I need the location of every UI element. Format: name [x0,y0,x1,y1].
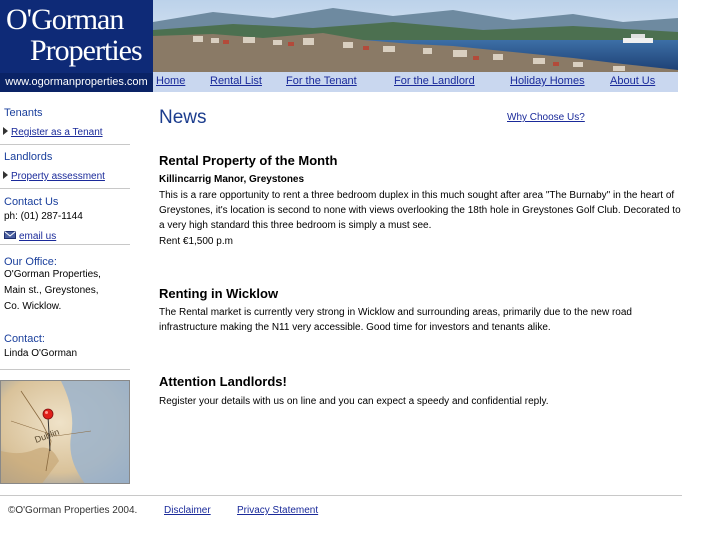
office-address-line-2: Main st., Greystones, [4,285,99,296]
email-us-link[interactable]: email us [19,231,56,242]
page-title: News [159,107,207,128]
article-body-property-of-month: This is a rare opportunity to rent a thr… [159,190,681,231]
sidebar-divider [0,244,130,245]
article-subheading: Killincarrig Manor, Greystones [159,174,305,185]
location-map-image: Dublin [0,380,130,484]
sidebar-heading-tenants: Tenants [4,107,43,119]
sidebar-heading-office: Our Office: [4,256,57,268]
arrow-right-icon [3,126,8,135]
nav-for-the-landlord[interactable]: For the Landlord [394,75,475,87]
sidebar-item-assessment[interactable]: Property assessment [3,166,105,184]
sidebar-heading-landlords: Landlords [4,151,53,163]
header-banner-photo [153,0,678,72]
office-address-line-3: Co. Wicklow. [4,301,62,312]
footer-disclaimer-link[interactable]: Disclaimer [164,505,211,516]
article-heading-attention-landlords: Attention Landlords! [159,374,287,389]
site-logo[interactable]: O'Gorman Properties www.ogormanpropertie… [0,0,153,92]
main-nav: Home Rental List For the Tenant For the … [153,72,678,92]
sidebar-divider [0,188,130,189]
rent-price: Rent €1,500 p.m [159,236,233,247]
envelope-icon [4,230,16,239]
contact-name: Linda O'Gorman [4,348,78,359]
article-heading-property-of-month: Rental Property of the Month [159,153,338,168]
sidebar-divider [0,369,130,370]
sidebar-item-register[interactable]: Register as a Tenant [3,122,103,140]
register-tenant-link[interactable]: Register as a Tenant [11,127,103,138]
sidebar-heading-contact-us: Contact Us [4,196,59,208]
logo-url: www.ogormanproperties.com [0,73,153,92]
nav-about-us[interactable]: About Us [610,75,655,87]
sidebar-divider [0,144,130,145]
article-heading-renting-wicklow: Renting in Wicklow [159,286,279,301]
article-body-renting-wicklow: The Rental market is currently very stro… [159,307,632,333]
logo-line-1: O'Gorman [6,3,124,36]
footer-divider [0,495,682,496]
nav-holiday-homes[interactable]: Holiday Homes [510,75,585,87]
logo-line-2: Properties [30,34,143,67]
article-body-attention-landlords: Register your details with us on line an… [159,396,549,407]
arrow-right-icon [3,170,8,179]
nav-rental-list[interactable]: Rental List [210,75,262,87]
why-choose-us-link[interactable]: Why Choose Us? [507,112,585,123]
sidebar-heading-contact: Contact: [4,333,45,345]
office-address-line-1: O'Gorman Properties, [4,269,101,280]
nav-for-the-tenant[interactable]: For the Tenant [286,75,357,87]
footer-privacy-link[interactable]: Privacy Statement [237,505,318,516]
footer-copyright: ©O'Gorman Properties 2004. [8,505,138,516]
nav-home[interactable]: Home [156,75,185,87]
sidebar-item-email[interactable]: email us [4,226,56,244]
property-assessment-link[interactable]: Property assessment [11,171,105,182]
phone-number: ph: (01) 287-1144 [4,211,83,222]
